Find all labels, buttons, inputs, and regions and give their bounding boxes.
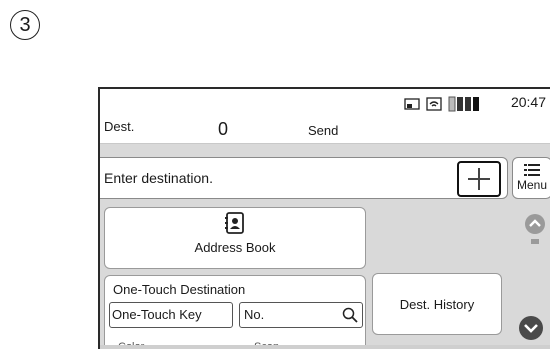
status-time: 20:47 [510,94,546,110]
chevron-down-icon[interactable] [518,315,544,341]
add-destination-button[interactable] [457,161,501,197]
one-touch-key-button[interactable]: One-Touch Key [109,302,233,328]
menu-label: Menu [516,178,548,192]
device-screen: 20:47 Dest. 0 Send Enter destination. Me… [98,87,550,349]
dest-count: 0 [218,119,229,139]
destination-placeholder: Enter destination. [104,170,213,186]
destination-input[interactable]: Enter destination. [100,157,508,199]
address-book-button[interactable]: Address Book [104,207,366,269]
info-bar: Dest. 0 Send [100,117,550,144]
one-touch-number-field[interactable]: No. [239,302,363,328]
list-icon [524,164,540,176]
status-icons [404,96,480,112]
step-number-badge: 3 [10,10,40,40]
one-touch-panel: One-Touch Destination One-Touch Key No. [104,275,366,349]
bottom-edge [100,345,550,349]
sd-card-icon [404,98,420,110]
address-book-label: Address Book [194,240,276,255]
search-icon [342,307,358,323]
toner-level-icon [448,96,479,112]
chevron-up-icon[interactable] [524,213,546,235]
scrollbar-thumb[interactable] [531,239,539,244]
step-number: 3 [19,14,31,36]
one-touch-number-label: No. [244,307,265,322]
dest-history-label: Dest. History [399,296,475,312]
plus-icon [468,168,490,190]
dest-label: Dest. [104,119,135,134]
dest-history-button[interactable]: Dest. History [372,273,502,335]
address-book-icon [225,212,244,234]
wifi-icon [426,97,442,111]
menu-button[interactable]: Menu [512,157,550,199]
status-bar: 20:47 [100,89,550,118]
one-touch-key-label: One-Touch Key [112,307,202,322]
one-touch-title: One-Touch Destination [113,282,246,297]
send-mode-label: Send [308,123,339,138]
